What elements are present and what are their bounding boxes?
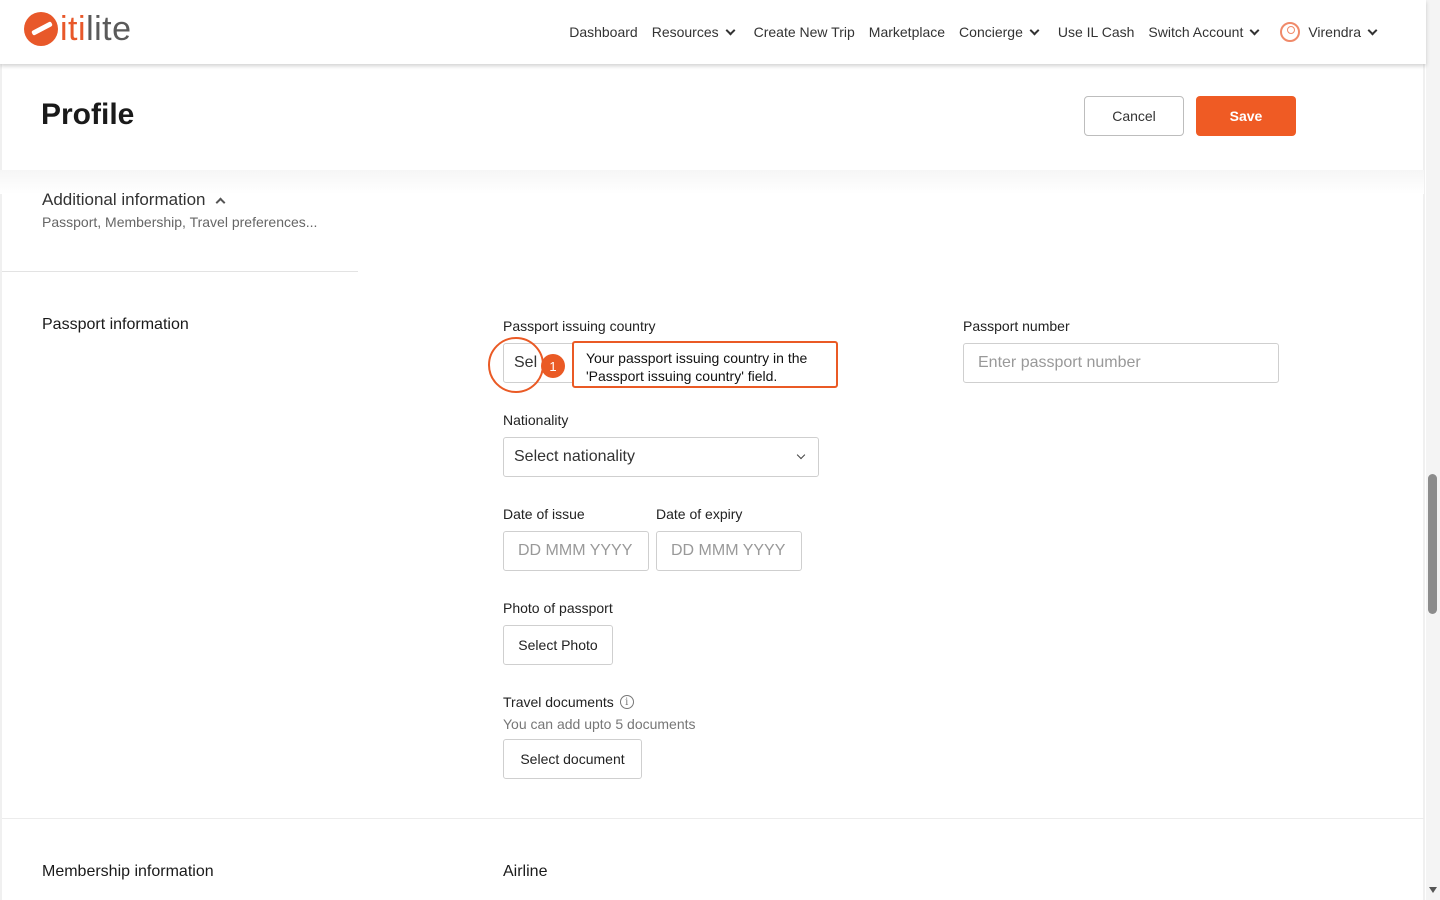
logo-plane-icon [24, 12, 58, 46]
chevron-down-icon [725, 25, 736, 35]
passport-section-title: Passport information [42, 316, 189, 333]
nav-switch-account-label: Switch Account [1148, 24, 1244, 40]
top-navigation-bar: itilite Dashboard Resources Create New T… [0, 0, 1426, 64]
cancel-button[interactable]: Cancel [1084, 96, 1184, 136]
nav-create-new-trip[interactable]: Create New Trip [754, 24, 855, 40]
airline-label: Airline [503, 863, 548, 880]
scrollbar-thumb[interactable] [1428, 474, 1437, 614]
date-of-expiry-label: Date of expiry [656, 506, 743, 522]
nav-marketplace-label: Marketplace [868, 24, 946, 40]
passport-issuing-country-label: Passport issuing country [503, 318, 656, 334]
nationality-label: Nationality [503, 412, 569, 428]
section-divider [2, 818, 1424, 819]
nav-resources-label: Resources [651, 24, 719, 40]
nav-il-cash-label: Use IL Cash [1057, 24, 1135, 40]
info-icon[interactable]: i [619, 695, 634, 709]
nav-dashboard-label: Dashboard [569, 24, 638, 40]
divider [2, 271, 358, 272]
travel-documents-label-row: Travel documents i [503, 694, 634, 710]
save-button[interactable]: Save [1196, 96, 1296, 136]
chevron-down-icon [1029, 25, 1040, 35]
logo-text: itilite [60, 12, 132, 46]
additional-information-title: Additional information [42, 190, 206, 209]
guide-tooltip: Your passport issuing country in the 'Pa… [572, 341, 838, 388]
nav-marketplace[interactable]: Marketplace [869, 24, 945, 40]
nav-create-trip-label: Create New Trip [753, 24, 855, 40]
logo-text-accent: iti [60, 10, 87, 48]
nav-use-il-cash[interactable]: Use IL Cash [1058, 24, 1135, 40]
date-of-issue-label: Date of issue [503, 506, 585, 522]
nav-dashboard[interactable]: Dashboard [569, 24, 638, 40]
logo-text-rest: lite [86, 10, 132, 48]
nationality-value: Select nationality [514, 448, 635, 465]
select-photo-button[interactable]: Select Photo [503, 625, 613, 665]
date-of-issue-placeholder: DD MMM YYYY [518, 542, 633, 559]
additional-information-toggle[interactable]: Additional information [42, 190, 226, 210]
chevron-down-icon [1249, 25, 1260, 35]
user-name: Virendra [1308, 24, 1361, 40]
scroll-down-arrow-icon[interactable] [1429, 887, 1437, 893]
additional-information-subtitle: Passport, Membership, Travel preferences… [42, 214, 318, 230]
select-document-button[interactable]: Select document [503, 739, 642, 779]
passport-number-label: Passport number [963, 318, 1070, 334]
step-number-badge: 1 [541, 354, 565, 378]
highlight-ring [488, 337, 544, 393]
user-avatar-icon [1280, 22, 1301, 42]
main-nav: Dashboard Resources Create New Trip Mark… [555, 22, 1378, 42]
nav-resources[interactable]: Resources [651, 24, 736, 40]
travel-documents-hint: You can add upto 5 documents [503, 716, 696, 732]
date-of-expiry-placeholder: DD MMM YYYY [671, 542, 786, 559]
scrollbar-track[interactable] [1426, 0, 1440, 900]
page-title: Profile [41, 98, 135, 131]
nav-switch-account[interactable]: Switch Account [1148, 24, 1260, 40]
date-of-issue-input[interactable]: DD MMM YYYY [503, 531, 649, 571]
nav-concierge[interactable]: Concierge [959, 24, 1040, 40]
chevron-down-icon [796, 450, 806, 460]
chevron-up-icon [216, 197, 226, 207]
date-of-expiry-input[interactable]: DD MMM YYYY [656, 531, 802, 571]
passport-photo-label: Photo of passport [503, 600, 613, 616]
travel-documents-label: Travel documents [503, 694, 614, 710]
nav-user-menu[interactable]: Virendra [1280, 22, 1378, 42]
nationality-select[interactable]: Select nationality [503, 437, 819, 477]
nav-concierge-label: Concierge [959, 24, 1023, 40]
membership-section-title: Membership information [42, 863, 214, 880]
itilite-logo[interactable]: itilite [24, 12, 132, 46]
chevron-down-icon [1367, 25, 1378, 35]
passport-number-placeholder: Enter passport number [978, 354, 1141, 371]
passport-number-input[interactable]: Enter passport number [963, 343, 1279, 383]
